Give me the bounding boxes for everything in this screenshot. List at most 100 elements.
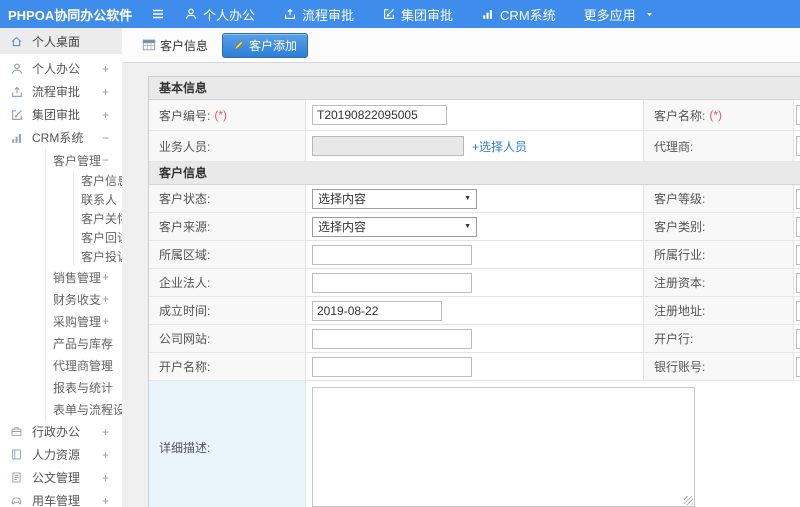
- form-row: 企业法人: 注册资本:: [149, 269, 800, 297]
- sidebar-item[interactable]: 客户管理 −: [46, 149, 122, 171]
- text-input[interactable]: [312, 272, 472, 293]
- expand-toggle[interactable]: +: [102, 314, 109, 328]
- field-label: 客户编号: (*): [149, 100, 306, 130]
- text-input[interactable]: [796, 105, 800, 125]
- expand-toggle[interactable]: −: [102, 153, 109, 167]
- expand-toggle[interactable]: −: [102, 131, 109, 145]
- form-panel: 基本信息客户编号:(*)客户名称:(*)业务人员:+选择人员代理商:客户信息客户…: [148, 76, 800, 507]
- select-dropdown[interactable]: 选择内容 ▼: [312, 188, 477, 209]
- home-icon: [10, 35, 25, 48]
- topbar-item[interactable]: 流程审批: [283, 5, 354, 24]
- topbar-item[interactable]: CRM系统: [481, 5, 556, 24]
- resize-grip-icon: [684, 496, 693, 505]
- caret-down-icon: [645, 10, 654, 19]
- sidebar-item[interactable]: 用车管理 +: [0, 489, 122, 507]
- expand-toggle[interactable]: +: [102, 62, 109, 76]
- field-label: 开户行:: [644, 325, 794, 352]
- sidebar-item[interactable]: 集团审批 +: [0, 103, 122, 126]
- sidebar-item[interactable]: 个人办公 +: [0, 57, 122, 80]
- sidebar-item[interactable]: 财务收支 +: [46, 288, 122, 310]
- customer-code-input[interactable]: [312, 105, 447, 125]
- expand-toggle[interactable]: +: [102, 358, 109, 372]
- sidebar-item-label: 报表与统计: [53, 380, 114, 395]
- field-label: 客户等级:: [644, 185, 794, 212]
- text-input[interactable]: [312, 244, 472, 265]
- tab-customer-add[interactable]: 客户添加: [222, 32, 309, 58]
- label-text: 代理商:: [654, 139, 694, 154]
- required-mark: (*): [709, 108, 723, 122]
- expand-toggle[interactable]: +: [102, 108, 109, 122]
- table-icon: [142, 38, 156, 52]
- expand-toggle[interactable]: +: [102, 292, 109, 306]
- sidebar-item[interactable]: 产品与库存 +: [46, 332, 122, 354]
- text-input[interactable]: [796, 216, 800, 237]
- sidebar-item-label: 客户关怀: [81, 212, 122, 226]
- sidebar-item[interactable]: CRM系统 −: [0, 126, 122, 149]
- tab-label: 客户添加: [249, 38, 298, 53]
- field-cell: [794, 185, 800, 212]
- app-logo: PHPOA协同办公软件: [8, 7, 133, 23]
- field-label: 所属行业:: [644, 241, 794, 268]
- select-dropdown[interactable]: 选择内容 ▼: [312, 216, 477, 237]
- description-textarea[interactable]: [312, 387, 695, 507]
- expand-toggle[interactable]: +: [102, 85, 109, 99]
- text-input[interactable]: [796, 328, 800, 349]
- text-input[interactable]: [312, 356, 472, 377]
- sidebar-item[interactable]: 客户投诉: [74, 247, 122, 266]
- field-cell: [306, 269, 644, 296]
- topbar-item[interactable]: 集团审批: [382, 5, 453, 24]
- label-text: 客户编号:: [159, 108, 211, 123]
- menu-icon[interactable]: [150, 6, 166, 22]
- sidebar-item[interactable]: 公文管理 +: [0, 466, 122, 489]
- field-cell: [794, 325, 800, 352]
- expand-toggle[interactable]: +: [102, 402, 109, 416]
- text-input[interactable]: [312, 328, 472, 349]
- date-input[interactable]: [312, 300, 442, 321]
- text-input[interactable]: [796, 136, 800, 156]
- book-icon: [10, 448, 25, 461]
- label-text: 成立时间:: [159, 304, 211, 318]
- user-icon: [184, 7, 198, 21]
- text-input[interactable]: [796, 356, 800, 377]
- label-text: 所属行业:: [654, 248, 706, 262]
- sidebar-item-label: 集团审批: [32, 108, 81, 122]
- sidebar-item[interactable]: 报表与统计: [46, 376, 122, 398]
- field-label: 详细描述:: [149, 381, 306, 507]
- field-cell: [794, 353, 800, 380]
- text-input[interactable]: [796, 272, 800, 293]
- label-text: 客户名称:: [654, 108, 706, 123]
- select-staff-link[interactable]: +选择人员: [472, 138, 527, 155]
- sidebar-item[interactable]: 客户关怀: [74, 209, 122, 228]
- sidebar-item[interactable]: 行政办公 +: [0, 420, 122, 443]
- expand-toggle[interactable]: +: [102, 425, 109, 439]
- label-text: 注册资本:: [654, 276, 706, 290]
- sidebar-item[interactable]: 表单与流程设置+: [46, 398, 122, 420]
- expand-toggle[interactable]: +: [102, 336, 109, 350]
- sidebar-item[interactable]: 采购管理 +: [46, 310, 122, 332]
- expand-toggle[interactable]: +: [102, 471, 109, 485]
- text-input[interactable]: [796, 300, 800, 321]
- field-label: 企业法人:: [149, 269, 306, 296]
- expand-toggle[interactable]: +: [102, 494, 109, 507]
- sidebar-item[interactable]: 人力资源 +: [0, 443, 122, 466]
- sidebar-item[interactable]: 销售管理 +: [46, 266, 122, 288]
- topbar-item[interactable]: 个人办公: [184, 5, 255, 24]
- text-input[interactable]: [796, 244, 800, 265]
- label-text: 客户状态:: [159, 192, 211, 206]
- field-label: 客户名称: (*): [644, 100, 794, 130]
- sidebar-item[interactable]: 联系人: [74, 190, 122, 209]
- sidebar-item[interactable]: 客户信息: [74, 171, 122, 190]
- sidebar-item[interactable]: 客户回访: [74, 228, 122, 247]
- sidebar-item[interactable]: 流程审批 +: [0, 80, 122, 103]
- expand-toggle[interactable]: +: [102, 270, 109, 284]
- sidebar-item[interactable]: 代理商管理 +: [46, 354, 122, 376]
- field-label: 成立时间:: [149, 297, 306, 324]
- sidebar-item-label: 客户信息: [81, 174, 122, 188]
- sidebar-item[interactable]: 个人桌面: [0, 28, 122, 54]
- expand-toggle[interactable]: +: [102, 448, 109, 462]
- text-input[interactable]: [796, 188, 800, 209]
- form-row: 所属区域: 所属行业:: [149, 241, 800, 269]
- document-icon: [10, 471, 25, 484]
- topbar-item[interactable]: 更多应用: [584, 5, 654, 24]
- tab-customer-info[interactable]: 客户信息: [136, 34, 214, 57]
